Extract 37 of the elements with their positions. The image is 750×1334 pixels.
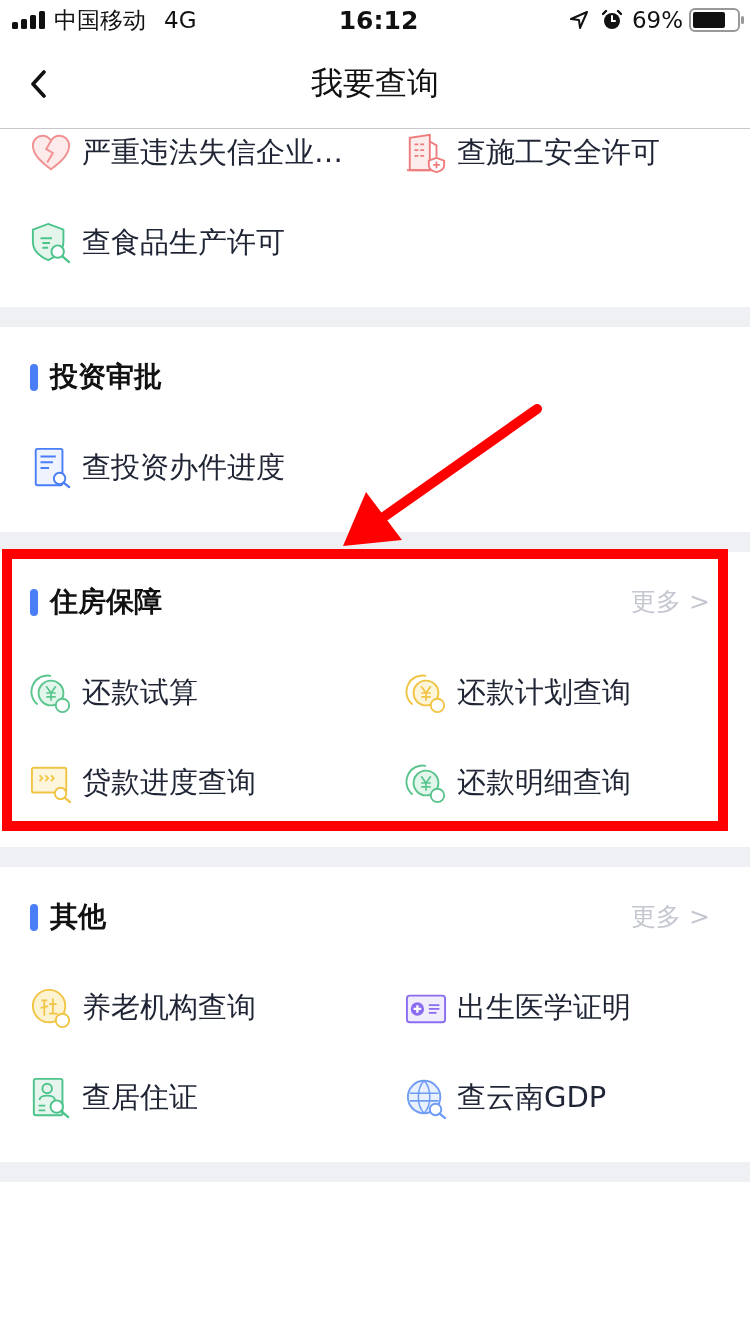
yen-coin-icon — [405, 762, 447, 804]
globe-magnifier-icon — [405, 1077, 447, 1119]
signal-icon — [12, 11, 46, 29]
service-item[interactable]: 还款明细查询 — [405, 762, 631, 804]
alarm-clock-icon — [601, 10, 622, 30]
section-title: 其他 — [50, 899, 106, 935]
accent-bar-icon — [30, 903, 38, 931]
carrier-name: 中国移动 — [54, 5, 146, 35]
page-title: 我要查询 — [311, 63, 439, 104]
service-item[interactable]: 出生医学证明 — [405, 987, 631, 1029]
section-title: 住房保障 — [50, 584, 162, 620]
accent-bar-icon — [30, 588, 38, 616]
location-arrow-icon — [569, 11, 588, 29]
battery-percent: 69% — [631, 7, 683, 33]
service-item[interactable]: 还款试算 — [30, 672, 198, 714]
service-item[interactable]: 还款计划查询 — [405, 672, 631, 714]
service-item[interactable]: 查云南GDP — [405, 1077, 607, 1119]
shield-magnifier-icon — [30, 222, 72, 264]
chevron-left-icon — [30, 70, 46, 98]
network-type: 4G — [164, 7, 197, 33]
service-item[interactable]: 严重违法失信企业… — [30, 132, 343, 174]
service-item[interactable]: 贷款进度查询 — [30, 762, 256, 804]
service-item[interactable]: 查居住证 — [30, 1077, 198, 1119]
section-title: 投资审批 — [50, 359, 162, 395]
battery-icon — [689, 8, 745, 32]
back-button[interactable] — [30, 70, 46, 98]
yen-coin-icon — [30, 672, 72, 714]
service-item[interactable]: 养老机构查询 — [30, 987, 256, 1029]
service-item[interactable]: 查施工安全许可 — [405, 132, 660, 174]
yen-coin-icon — [405, 672, 447, 714]
id-card-magnifier-icon — [30, 1077, 72, 1119]
service-item[interactable]: 查食品生产许可 — [30, 222, 285, 264]
building-shield-icon — [405, 132, 447, 174]
clock-time: 16:12 — [338, 5, 419, 35]
accent-bar-icon — [30, 363, 38, 391]
service-item[interactable]: 查投资办件进度 — [30, 447, 285, 489]
circle-badge-icon — [30, 987, 72, 1029]
